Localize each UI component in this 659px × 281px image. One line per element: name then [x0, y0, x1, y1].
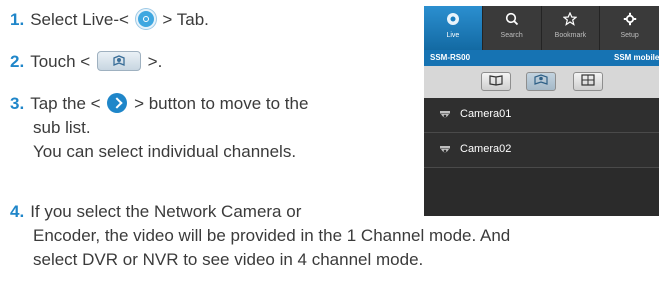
step-3: 3. Tap the < > button to move to the sub …	[10, 92, 308, 164]
step-number: 3.	[10, 94, 25, 113]
step-text: Encoder, the video will be provided in t…	[33, 226, 511, 245]
camera-icon	[439, 144, 451, 162]
step-text: >.	[147, 52, 163, 71]
camera-name: Camera02	[460, 143, 512, 155]
step-2: 2. Touch < >.	[10, 50, 162, 74]
step-number: 4.	[10, 202, 25, 221]
step-number: 2.	[10, 52, 25, 71]
tab-bookmark[interactable]: Bookmark	[542, 6, 601, 50]
tab-live[interactable]: Live	[424, 6, 483, 50]
arrow-right-icon	[107, 93, 128, 113]
list-empty-area	[424, 168, 659, 216]
map-view-icon	[96, 51, 141, 71]
step-text: > button to move to the	[134, 94, 309, 113]
tab-label: Setup	[620, 32, 639, 39]
view-toolbar	[424, 66, 659, 98]
tab-bar: Live Search Bookmark Setup	[424, 6, 659, 50]
live-icon	[446, 12, 460, 31]
grid-view-icon	[581, 73, 595, 91]
phone-screenshot: Live Search Bookmark Setup SSM-RS00 SSM …	[424, 6, 659, 216]
tab-label: Bookmark	[554, 32, 587, 39]
step-text: select DVR or NVR to see video in 4 chan…	[33, 250, 424, 269]
map-view-button[interactable]	[526, 72, 556, 91]
camera-list-item[interactable]: Camera01	[424, 98, 659, 133]
site-name: SSM-RS00	[430, 53, 471, 62]
step-text: If you select the Network Camera or	[30, 202, 302, 221]
tab-search[interactable]: Search	[483, 6, 542, 50]
book-view-icon	[489, 73, 503, 91]
site-bar: SSM-RS00 SSM mobile	[424, 50, 659, 66]
step-number: 1.	[10, 10, 25, 29]
step-text: Tap the <	[30, 94, 101, 113]
step-1: 1. Select Live-< > Tab.	[10, 8, 209, 32]
site-mobile-label: SSM mobile	[614, 53, 659, 62]
book-view-button[interactable]	[481, 72, 511, 91]
star-icon	[562, 11, 578, 31]
live-icon	[135, 9, 156, 29]
camera-list-item[interactable]: Camera02	[424, 133, 659, 168]
tab-label: Search	[500, 32, 523, 39]
step-text: > Tab.	[162, 10, 209, 29]
gear-icon	[623, 12, 637, 31]
tab-setup[interactable]: Setup	[600, 6, 659, 50]
step-text: sub list.	[33, 118, 91, 137]
map-view-icon	[533, 73, 549, 91]
step-text: Touch <	[30, 52, 91, 71]
camera-icon	[439, 109, 451, 127]
camera-name: Camera01	[460, 108, 512, 120]
tab-label: Live	[446, 32, 460, 39]
search-icon	[505, 12, 519, 31]
grid-view-button[interactable]	[573, 72, 603, 91]
step-text: Select Live-<	[30, 10, 129, 29]
step-text: You can select individual channels.	[33, 142, 297, 161]
